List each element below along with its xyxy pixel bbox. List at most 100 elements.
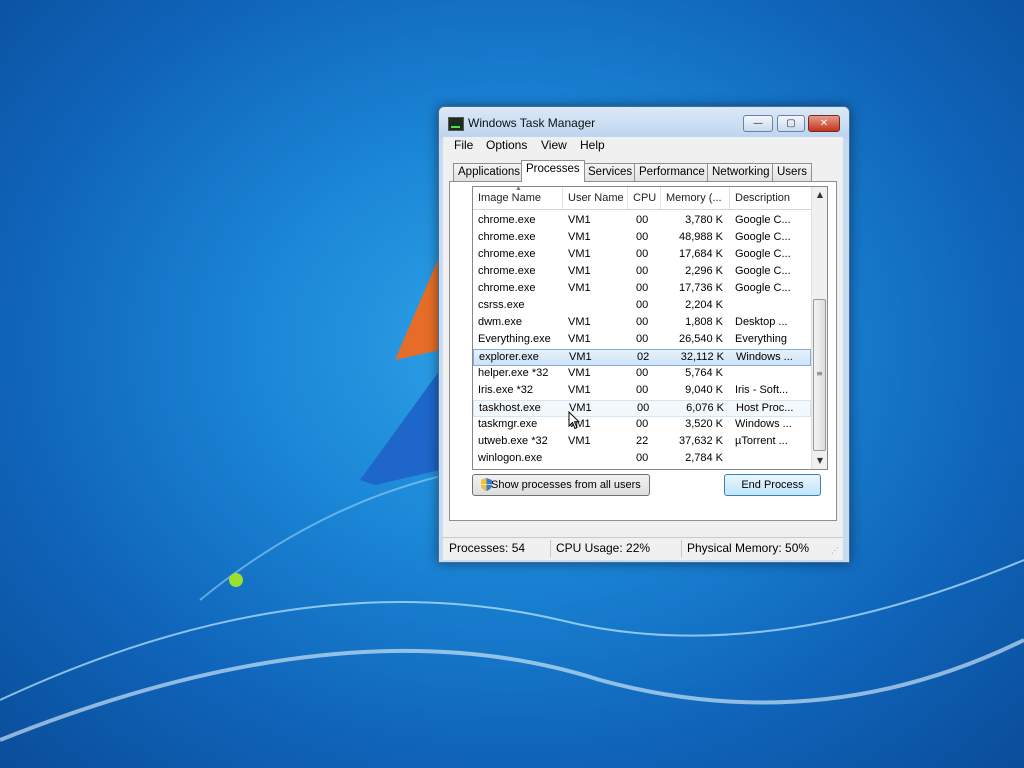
tab-services[interactable]: Services [583, 163, 638, 181]
title-bar[interactable]: Windows Task Manager — ▢ ✕ [439, 107, 849, 139]
status-physical-memory: Physical Memory: 50% [687, 541, 810, 555]
cell-image-name: Everything.exe [478, 333, 551, 345]
table-row[interactable]: Everything.exe VM1 00 26,540 K Everything [473, 332, 811, 349]
table-row[interactable]: winlogon.exe 00 2,784 K [473, 451, 811, 468]
cell-memory: 6,076 K [686, 402, 724, 414]
table-row[interactable]: chrome.exe VM1 00 3,780 K Google C... [473, 213, 811, 230]
cell-image-name: chrome.exe [478, 231, 536, 243]
cell-image-name: chrome.exe [478, 282, 536, 294]
column-memory[interactable]: Memory (... [661, 187, 730, 209]
cell-memory: 2,204 K [685, 299, 723, 311]
cell-description: Iris - Soft... [735, 384, 789, 396]
cell-description: Google C... [735, 214, 791, 226]
tab-performance[interactable]: Performance [634, 163, 710, 181]
cell-memory: 26,540 K [678, 333, 723, 345]
column-user-name[interactable]: User Name [563, 187, 628, 209]
cell-image-name: chrome.exe [478, 214, 536, 226]
column-description[interactable]: Description [730, 187, 811, 209]
table-row[interactable]: chrome.exe VM1 00 48,988 K Google C... [473, 230, 811, 247]
tab-processes[interactable]: Processes [521, 160, 585, 182]
table-row[interactable]: helper.exe *32 VM1 00 5,764 K [473, 366, 811, 383]
cell-memory: 17,684 K [678, 248, 723, 260]
maximize-button[interactable]: ▢ [777, 115, 805, 132]
cell-memory: 3,520 K [685, 418, 723, 430]
table-row[interactable]: chrome.exe VM1 00 17,684 K Google C... [473, 247, 811, 264]
cell-image-name: chrome.exe [478, 248, 536, 260]
processes-panel: ▲ Image Name User Name CPU Memory (... D… [449, 181, 837, 521]
table-row[interactable]: chrome.exe VM1 00 2,296 K Google C... [473, 264, 811, 281]
menu-help[interactable]: Help [580, 138, 605, 152]
menu-bar: File Options View Help [443, 137, 843, 155]
resize-grip-icon[interactable]: ⋰ [831, 546, 841, 556]
client-area: Applications Processes Services Performa… [443, 155, 843, 537]
scroll-up-icon[interactable]: ▲ [812, 187, 827, 203]
cell-memory: 3,780 K [685, 214, 723, 226]
cell-description: Google C... [735, 282, 791, 294]
cell-image-name: chrome.exe [478, 265, 536, 277]
cell-image-name: helper.exe *32 [478, 367, 549, 379]
table-row[interactable]: csrss.exe 00 2,204 K [473, 298, 811, 315]
cell-memory: 48,988 K [678, 231, 723, 243]
cell-description: Desktop ... [735, 316, 788, 328]
show-all-users-button[interactable]: Show processes from all users [472, 474, 650, 496]
cell-image-name: winlogon.exe [478, 452, 543, 464]
window-title: Windows Task Manager [468, 116, 596, 130]
menu-options[interactable]: Options [486, 138, 527, 152]
cell-image-name: explorer.exe [479, 351, 539, 363]
vertical-scrollbar[interactable]: ▲ ≡ ▼ [811, 187, 827, 469]
menu-view[interactable]: View [541, 138, 567, 152]
cell-memory: 17,736 K [678, 282, 723, 294]
cell-user-name: VM1 [568, 384, 591, 396]
cell-description: Windows ... [736, 351, 793, 363]
status-divider [550, 540, 551, 558]
task-manager-icon [448, 117, 464, 131]
status-processes: Processes: 54 [449, 541, 526, 555]
status-divider [681, 540, 682, 558]
tab-users[interactable]: Users [772, 163, 813, 181]
cell-image-name: csrss.exe [478, 299, 525, 311]
minimize-button[interactable]: — [743, 115, 773, 132]
close-button[interactable]: ✕ [808, 115, 840, 132]
column-cpu[interactable]: CPU [628, 187, 661, 209]
cell-user-name: VM1 [568, 435, 591, 447]
status-cpu-usage: CPU Usage: 22% [556, 541, 651, 555]
show-all-users-label: Show processes from all users [491, 479, 641, 491]
cell-description: Host Proc... [736, 402, 794, 414]
tab-applications[interactable]: Applications [453, 163, 526, 181]
scroll-down-icon[interactable]: ▼ [812, 453, 827, 469]
status-bar: Processes: 54 CPU Usage: 22% Physical Me… [443, 537, 843, 560]
column-image-name[interactable]: ▲ Image Name [473, 187, 563, 209]
menu-file[interactable]: File [454, 138, 473, 152]
sort-ascending-icon: ▲ [515, 187, 522, 192]
shield-icon [481, 478, 492, 491]
cell-user-name: VM1 [568, 231, 591, 243]
cell-user-name: VM1 [568, 367, 591, 379]
cell-user-name: VM1 [568, 282, 591, 294]
cell-user-name: VM1 [568, 265, 591, 277]
cell-description: µTorrent ... [735, 435, 788, 447]
table-row[interactable]: utweb.exe *32 VM1 22 37,632 KµTorrent ... [473, 434, 811, 451]
table-row[interactable]: explorer.exe VM1 02 32,112 K Windows ... [473, 349, 811, 366]
cell-image-name: utweb.exe *32 [478, 435, 548, 447]
cell-user-name: VM1 [568, 214, 591, 226]
scrollbar-thumb[interactable]: ≡ [813, 299, 826, 451]
cell-description: Windows ... [735, 418, 792, 430]
table-row[interactable]: taskmgr.exe VM1 00 3,520 K Windows ... [473, 417, 811, 434]
tab-networking[interactable]: Networking [707, 163, 775, 181]
process-list[interactable]: ▲ Image Name User Name CPU Memory (... D… [472, 186, 828, 470]
cell-user-name: VM1 [568, 316, 591, 328]
task-manager-window: Windows Task Manager — ▢ ✕ File Options … [438, 106, 850, 563]
cell-memory: 1,808 K [685, 316, 723, 328]
table-row[interactable]: taskhost.exe VM1 00 6,076 K Host Proc... [473, 400, 811, 417]
cell-memory: 5,764 K [685, 367, 723, 379]
cell-description: Everything [735, 333, 787, 345]
column-header-row: ▲ Image Name User Name CPU Memory (... D… [473, 187, 811, 210]
table-row[interactable]: chrome.exe VM1 00 17,736 K Google C... [473, 281, 811, 298]
table-row[interactable]: dwm.exe VM1 00 1,808 K Desktop ... [473, 315, 811, 332]
cell-memory: 2,296 K [685, 265, 723, 277]
table-row[interactable]: Iris.exe *32 VM1 00 9,040 K Iris - Soft... [473, 383, 811, 400]
cell-memory: 37,632 K [678, 435, 723, 447]
cell-user-name: VM1 [569, 351, 592, 363]
cell-user-name: VM1 [568, 333, 591, 345]
end-process-button[interactable]: End Process [724, 474, 821, 496]
